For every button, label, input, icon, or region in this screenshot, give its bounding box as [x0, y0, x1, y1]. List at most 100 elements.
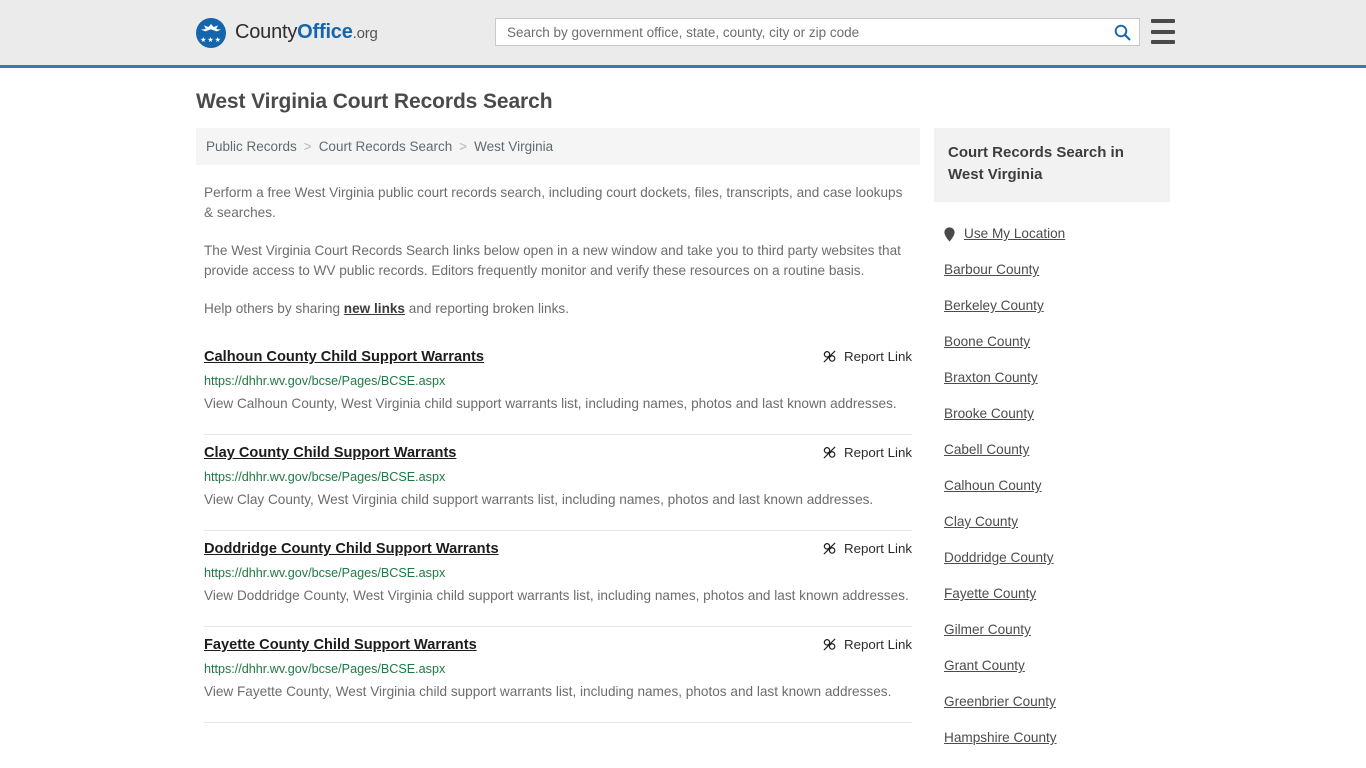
county-link[interactable]: Clay County	[944, 513, 1018, 531]
county-link[interactable]: Boone County	[944, 333, 1030, 351]
content-layout: Public Records > Court Records Search > …	[196, 128, 1170, 768]
county-link[interactable]: Hampshire County	[944, 729, 1057, 747]
result-item: Doddridge County Child Support Warrants …	[204, 531, 912, 627]
county-link[interactable]: Barbour County	[944, 261, 1039, 279]
sidebar-item-greenbrier-county[interactable]: Greenbrier County	[934, 684, 1170, 720]
logo-text-tld: .org	[352, 25, 378, 42]
report-link-label: Report Link	[844, 637, 912, 652]
county-link[interactable]: Gilmer County	[944, 621, 1031, 639]
sidebar-item-barbour-county[interactable]: Barbour County	[934, 252, 1170, 288]
logo-stars: ★★★	[200, 36, 222, 44]
search-input[interactable]	[496, 19, 1105, 45]
report-link-label: Report Link	[844, 349, 912, 364]
report-link-label: Report Link	[844, 541, 912, 556]
logo-text-part1: County	[235, 21, 298, 43]
report-link-button[interactable]: Report Link	[822, 541, 912, 556]
county-link[interactable]: Fayette County	[944, 585, 1036, 603]
county-link[interactable]: Doddridge County	[944, 549, 1054, 567]
sidebar-item-cabell-county[interactable]: Cabell County	[934, 432, 1170, 468]
result-url[interactable]: https://dhhr.wv.gov/bcse/Pages/BCSE.aspx	[204, 565, 912, 582]
result-description: View Doddridge County, West Virginia chi…	[204, 588, 909, 603]
sidebar-item-gilmer-county[interactable]: Gilmer County	[934, 612, 1170, 648]
breadcrumb-separator-2: >	[459, 139, 468, 154]
use-my-location-link[interactable]: Use My Location	[964, 225, 1065, 243]
sidebar-item-doddridge-county[interactable]: Doddridge County	[934, 540, 1170, 576]
sidebar-title-card: Court Records Search in West Virginia	[934, 128, 1170, 202]
page-title: West Virginia Court Records Search	[196, 90, 553, 113]
logo-text-part2: Office	[297, 21, 353, 43]
sidebar-item-berkeley-county[interactable]: Berkeley County	[934, 288, 1170, 324]
sidebar-item-hancock-county[interactable]: Hancock County	[934, 756, 1170, 768]
breadcrumb-item-west-virginia: West Virginia	[474, 139, 554, 154]
result-description: View Fayette County, West Virginia child…	[204, 684, 892, 699]
result-header: Doddridge County Child Support Warrants …	[204, 539, 912, 559]
county-link[interactable]: Brooke County	[944, 405, 1034, 423]
menu-bar-3	[1151, 40, 1175, 44]
result-title-link[interactable]: Doddridge County Child Support Warrants	[204, 539, 499, 559]
broken-link-icon	[823, 542, 836, 555]
result-header: Calhoun County Child Support Warrants Re…	[204, 347, 912, 367]
county-link[interactable]: Grant County	[944, 657, 1025, 675]
breadcrumb-item-public-records[interactable]: Public Records	[206, 139, 297, 154]
sidebar-item-fayette-county[interactable]: Fayette County	[934, 576, 1170, 612]
hamburger-menu-icon[interactable]	[1151, 19, 1175, 44]
sidebar: Court Records Search in West Virginia Us…	[934, 128, 1170, 768]
report-link-button[interactable]: Report Link	[822, 637, 912, 652]
intro-paragraph-1: Perform a free West Virginia public cour…	[204, 185, 903, 220]
map-pin-glyph	[944, 226, 955, 242]
result-url[interactable]: https://dhhr.wv.gov/bcse/Pages/BCSE.aspx	[204, 469, 912, 486]
sidebar-item-clay-county[interactable]: Clay County	[934, 504, 1170, 540]
sidebar-item-hampshire-county[interactable]: Hampshire County	[934, 720, 1170, 756]
sidebar-item-use-my-location[interactable]: Use My Location	[934, 216, 1170, 252]
result-description: View Calhoun County, West Virginia child…	[204, 396, 897, 411]
breadcrumb-item-court-records-search[interactable]: Court Records Search	[319, 139, 453, 154]
county-link[interactable]: Calhoun County	[944, 477, 1042, 495]
sidebar-item-braxton-county[interactable]: Braxton County	[934, 360, 1170, 396]
result-header: Fayette County Child Support Warrants Re…	[204, 635, 912, 655]
county-link[interactable]: Greenbrier County	[944, 693, 1056, 711]
result-title-link[interactable]: Fayette County Child Support Warrants	[204, 635, 477, 655]
result-title-link[interactable]: Calhoun County Child Support Warrants	[204, 347, 484, 367]
eagle-glyph	[201, 23, 221, 31]
intro-text-after-link: and reporting broken links.	[405, 301, 569, 316]
map-pin-icon	[944, 226, 955, 242]
county-link[interactable]: Berkeley County	[944, 297, 1044, 315]
search-icon[interactable]	[1105, 19, 1139, 45]
sidebar-item-boone-county[interactable]: Boone County	[934, 324, 1170, 360]
broken-link-icon	[823, 350, 836, 363]
report-link-button[interactable]: Report Link	[822, 349, 912, 364]
result-title-link[interactable]: Clay County Child Support Warrants	[204, 443, 456, 463]
report-link-button[interactable]: Report Link	[822, 445, 912, 460]
sidebar-links-list: Use My Location Barbour County Berkeley …	[934, 216, 1170, 768]
search-glyph	[1114, 24, 1130, 40]
broken-link-icon	[823, 446, 836, 459]
menu-bar-1	[1151, 19, 1175, 23]
main-column: Public Records > Court Records Search > …	[196, 128, 920, 723]
sidebar-item-grant-county[interactable]: Grant County	[934, 648, 1170, 684]
new-links-link[interactable]: new links	[344, 301, 405, 316]
search-bar	[495, 18, 1140, 46]
sidebar-item-brooke-county[interactable]: Brooke County	[934, 396, 1170, 432]
logo-text: CountyOffice.org	[235, 21, 378, 44]
menu-bar-2	[1151, 29, 1175, 34]
site-logo[interactable]: ★★★ CountyOffice.org	[196, 17, 378, 48]
site-header: ★★★ CountyOffice.org	[0, 0, 1366, 68]
breadcrumb: Public Records > Court Records Search > …	[196, 128, 920, 165]
breadcrumb-separator-1: >	[303, 139, 312, 154]
intro-section: Perform a free West Virginia public cour…	[196, 183, 920, 319]
intro-text-before-link: Help others by sharing	[204, 301, 344, 316]
intro-paragraph-3: Help others by sharing new links and rep…	[204, 299, 912, 319]
result-item: Fayette County Child Support Warrants Re…	[204, 627, 912, 723]
report-link-label: Report Link	[844, 445, 912, 460]
sidebar-title: Court Records Search in West Virginia	[948, 144, 1124, 183]
result-url[interactable]: https://dhhr.wv.gov/bcse/Pages/BCSE.aspx	[204, 661, 912, 678]
result-item: Calhoun County Child Support Warrants Re…	[204, 339, 912, 435]
page-container: West Virginia Court Records Search Publi…	[0, 90, 1366, 768]
county-link[interactable]: Braxton County	[944, 369, 1038, 387]
result-description: View Clay County, West Virginia child su…	[204, 492, 874, 507]
result-header: Clay County Child Support Warrants Repor…	[204, 443, 912, 463]
result-url[interactable]: https://dhhr.wv.gov/bcse/Pages/BCSE.aspx	[204, 373, 912, 390]
sidebar-item-calhoun-county[interactable]: Calhoun County	[934, 468, 1170, 504]
county-link[interactable]: Cabell County	[944, 441, 1029, 459]
eagle-shield-icon: ★★★	[196, 17, 226, 48]
